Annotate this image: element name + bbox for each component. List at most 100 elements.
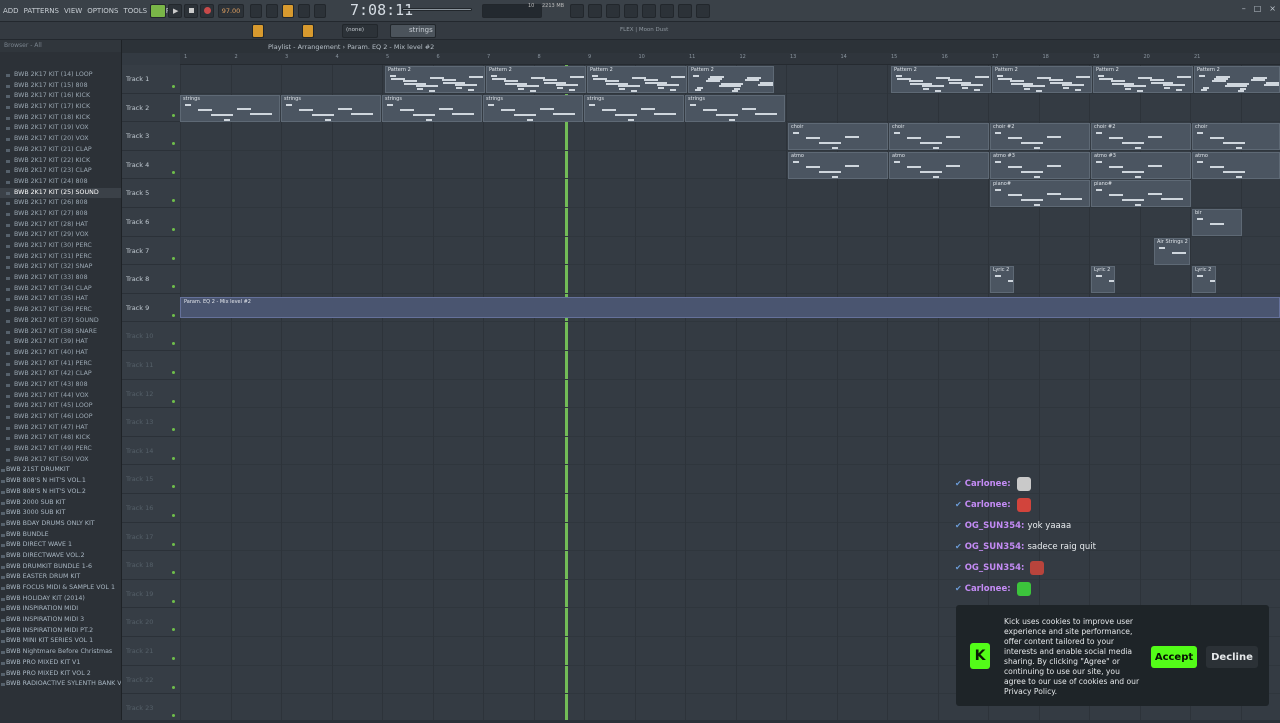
browser-file[interactable]: BWB 2K17 KIT (38) SNARE xyxy=(0,327,121,338)
maximize-button[interactable]: □ xyxy=(1254,4,1262,13)
track-mute-led[interactable] xyxy=(172,599,175,603)
browser-file[interactable]: BWB 2K17 KIT (45) LOOP xyxy=(0,401,121,412)
menu-item[interactable]: OPTIONS xyxy=(86,7,119,15)
mixer-button[interactable] xyxy=(570,4,584,18)
browser-file[interactable]: BWB 2K17 KIT (25) SOUND xyxy=(0,187,121,199)
pattern-clip[interactable]: choir xyxy=(788,123,888,151)
pattern-clip[interactable]: choir xyxy=(889,123,989,151)
track-mute-led[interactable] xyxy=(172,142,175,146)
browser-folder[interactable]: BWB MINI KIT SERIES VOL 1 xyxy=(0,636,121,647)
track-header[interactable]: Track 22 xyxy=(122,666,180,695)
track-mute-led[interactable] xyxy=(172,256,175,260)
pattern-clip[interactable]: piano# xyxy=(1091,180,1191,208)
track-header[interactable]: Track 19 xyxy=(122,580,180,609)
pattern-clip[interactable]: piano# xyxy=(990,180,1090,208)
browser-file[interactable]: BWB 2K17 KIT (27) 808 xyxy=(0,209,121,220)
browser-folder[interactable]: BWB DIRECT WAVE 1 xyxy=(0,540,121,551)
track-mute-led[interactable] xyxy=(172,399,175,403)
browser-folder[interactable]: BWB RADIOACTIVE SYLENTH BANK VOL 1 xyxy=(0,679,121,690)
browser-file[interactable]: BWB 2K17 KIT (29) VOX xyxy=(0,230,121,241)
track-header[interactable]: Track 15 xyxy=(122,465,180,494)
chat-username[interactable]: OG_SUN354: xyxy=(965,521,1025,531)
browser-file[interactable]: BWB 2K17 KIT (37) SOUND xyxy=(0,316,121,327)
pattern-clip[interactable]: atmo xyxy=(889,151,989,179)
pattern-clip[interactable]: Lyric 2 xyxy=(1091,266,1115,294)
browser-file[interactable]: BWB 2K17 KIT (26) 808 xyxy=(0,198,121,209)
close-button[interactable]: × xyxy=(1269,4,1276,13)
track-mute-led[interactable] xyxy=(172,199,175,203)
pattern-clip[interactable]: Lyric 2 xyxy=(990,266,1014,294)
pattern-clip[interactable]: Pattern 2 xyxy=(385,66,485,93)
minimize-button[interactable]: – xyxy=(1242,4,1246,13)
track-header[interactable]: Track 17 xyxy=(122,523,180,552)
track-mute-led[interactable] xyxy=(172,313,175,317)
browser-file[interactable]: BWB 2K17 KIT (31) PERC xyxy=(0,252,121,263)
pattern-clip[interactable]: atmo #3 xyxy=(1091,151,1191,179)
pattern-clip[interactable]: strings xyxy=(382,94,482,122)
pattern-clip[interactable]: strings xyxy=(281,94,381,122)
browser-folder[interactable]: BWB Nightmare Before Christmas xyxy=(0,647,121,658)
track-mute-led[interactable] xyxy=(172,170,175,174)
browser-file[interactable]: BWB 2K17 KIT (46) LOOP xyxy=(0,412,121,423)
browser-file[interactable]: BWB 2K17 KIT (43) 808 xyxy=(0,380,121,391)
browser-file[interactable]: BWB 2K17 KIT (24) 808 xyxy=(0,177,121,188)
browser-file[interactable]: BWB 2K17 KIT (32) SNAP xyxy=(0,262,121,273)
track-mute-led[interactable] xyxy=(172,85,175,88)
track-header[interactable]: Track 6 xyxy=(122,208,180,237)
pattern-clip[interactable]: bir xyxy=(1192,209,1242,236)
browser-file[interactable]: BWB 2K17 KIT (23) CLAP xyxy=(0,166,121,177)
menu-item[interactable]: VIEW xyxy=(63,7,83,15)
browser-folder[interactable]: BWB BDAY DRUMS ONLY KIT xyxy=(0,519,121,530)
track-header[interactable]: Track 9 xyxy=(122,294,180,323)
track-mute-led[interactable] xyxy=(172,542,175,546)
track-header[interactable]: Track 13 xyxy=(122,408,180,437)
track-mute-led[interactable] xyxy=(172,456,175,460)
play-button[interactable]: ▶ xyxy=(168,4,182,18)
browser-folder[interactable]: BWB 808'S N HIT'S VOL.2 xyxy=(0,487,121,498)
track-header[interactable]: Track 7 xyxy=(122,237,180,266)
track-header[interactable]: Track 11 xyxy=(122,351,180,380)
help-button[interactable] xyxy=(624,4,638,18)
track-mute-led[interactable] xyxy=(172,657,175,660)
pattern-clip[interactable]: atmo xyxy=(788,151,888,179)
browser-file[interactable]: BWB 2K17 KIT (34) CLAP xyxy=(0,284,121,295)
pattern-clip[interactable]: strings xyxy=(584,94,684,122)
browser-file[interactable]: BWB 2K17 KIT (17) KICK xyxy=(0,102,121,113)
browser-file[interactable]: BWB 2K17 KIT (20) VOX xyxy=(0,134,121,145)
pattern-clip[interactable]: Pattern 2 xyxy=(1194,66,1280,93)
track-header[interactable]: Track 23 xyxy=(122,694,180,723)
pattern-clip[interactable]: Lyric 2 xyxy=(1192,266,1216,294)
browser-folder[interactable]: BWB DIRECTWAVE VOL.2 xyxy=(0,551,121,562)
pattern-clip[interactable]: atmo #3 xyxy=(990,151,1090,179)
pattern-clip[interactable]: Pattern 2 xyxy=(486,66,586,93)
pattern-clip[interactable]: Pattern 2 xyxy=(992,66,1092,93)
browser-file[interactable]: BWB 2K17 KIT (47) HAT xyxy=(0,423,121,434)
pattern-clip[interactable]: Pattern 2 xyxy=(891,66,991,93)
browser-file[interactable]: BWB 2K17 KIT (42) CLAP xyxy=(0,369,121,380)
pattern-clip[interactable]: Pattern 2 xyxy=(1093,66,1193,93)
record-button[interactable] xyxy=(200,4,214,18)
browser-folder[interactable]: BWB 21ST DRUMKIT xyxy=(0,465,121,476)
browser-file[interactable]: BWB 2K17 KIT (15) 808 xyxy=(0,81,121,92)
playlist-button[interactable] xyxy=(252,24,264,38)
track-header[interactable]: Track 3 xyxy=(122,122,180,151)
browser-file[interactable]: BWB 2K17 KIT (30) PERC xyxy=(0,241,121,252)
browser-folder[interactable]: BWB INSPIRATION MIDI xyxy=(0,604,121,615)
countdown-button[interactable] xyxy=(282,4,294,18)
track-mute-led[interactable] xyxy=(172,285,175,289)
browser-folder[interactable]: BWB DRUMKIT BUNDLE 1-6 xyxy=(0,562,121,573)
chat-button[interactable] xyxy=(678,4,692,18)
browser-file[interactable]: BWB 2K17 KIT (22) KICK xyxy=(0,156,121,167)
chat-username[interactable]: Carlonee: xyxy=(965,584,1011,594)
browser-folder[interactable]: BWB INSPIRATION MIDI 3 xyxy=(0,615,121,626)
chat-username[interactable]: Carlonee: xyxy=(965,479,1011,489)
browser-folder[interactable]: BWB 3000 SUB KIT xyxy=(0,508,121,519)
pattern-clip[interactable]: strings xyxy=(180,94,280,122)
track-mute-led[interactable] xyxy=(172,113,175,117)
step-button[interactable] xyxy=(298,4,310,18)
track-lane[interactable] xyxy=(180,322,1280,351)
pattern-clip[interactable]: Pattern 2 xyxy=(688,66,774,93)
accept-button[interactable]: Accept xyxy=(1151,646,1197,668)
menu-item[interactable]: ADD xyxy=(2,7,20,15)
track-lane[interactable] xyxy=(180,237,1280,266)
